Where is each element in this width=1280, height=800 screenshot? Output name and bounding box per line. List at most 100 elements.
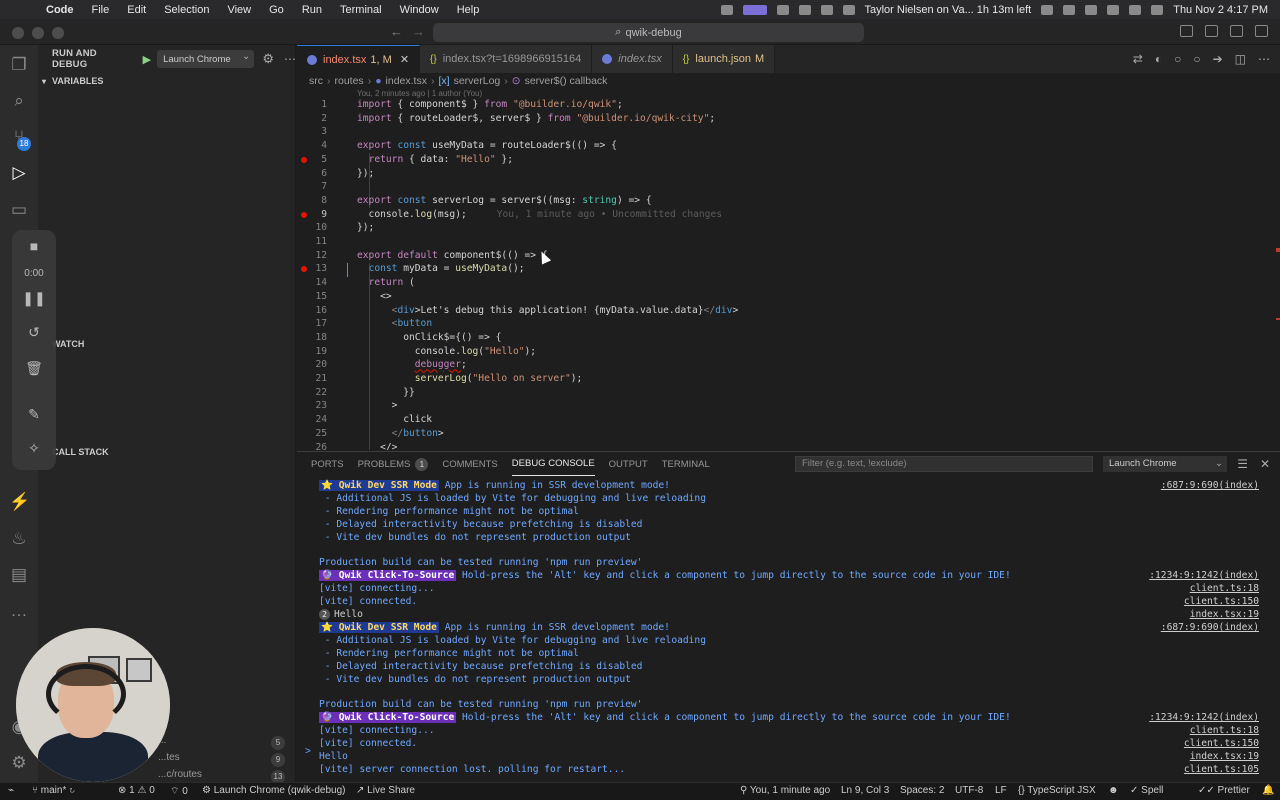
compare-icon[interactable]: ⇄ — [1133, 52, 1143, 66]
close-icon[interactable]: ✕ — [400, 53, 409, 66]
breadcrumb-item[interactable]: serverLog — [454, 75, 501, 87]
code-line[interactable]: 11 — [297, 235, 1280, 249]
code-line[interactable]: 17 <button — [297, 317, 1280, 331]
code-line[interactable]: 5 return { data: "Hello" }; — [297, 153, 1280, 167]
zoom-window-button[interactable] — [52, 27, 64, 39]
tray-icon[interactable] — [820, 4, 833, 15]
menu-file[interactable]: File — [92, 4, 110, 16]
menu-terminal[interactable]: Terminal — [340, 4, 382, 16]
branch-indicator[interactable]: ⑂ main* ↻ — [32, 785, 75, 796]
flame-icon[interactable]: ♨ — [9, 529, 29, 549]
toggle-secondary-sidebar-icon[interactable] — [1230, 25, 1243, 37]
section-call-stack[interactable]: CALL STACK — [52, 442, 310, 462]
circle-icon[interactable]: ○ — [1174, 52, 1181, 66]
breadcrumb-item[interactable]: routes — [335, 75, 364, 87]
remote-explorer-icon[interactable]: ▭ — [9, 200, 29, 220]
section-variables[interactable]: ▾ VARIABLES — [38, 71, 296, 91]
console-source-link[interactable]: :1234:9:1242(index) — [1149, 712, 1259, 725]
code-line[interactable]: 13 const myData = useMyData(); — [297, 262, 1280, 276]
code-line[interactable]: 22 }} — [297, 386, 1280, 400]
docker-icon[interactable]: ▤ — [9, 565, 29, 585]
console-source-link[interactable]: index.tsx:19 — [1190, 609, 1259, 622]
stop-icon[interactable]: ■ — [12, 238, 56, 254]
clear-console-icon[interactable]: ☰ — [1237, 457, 1248, 471]
files-icon[interactable]: ❐ — [9, 55, 29, 75]
menu-go[interactable]: Go — [269, 4, 284, 16]
code-line[interactable]: 23 > — [297, 399, 1280, 413]
trash-icon[interactable]: 🗑 — [12, 360, 56, 377]
debug-config-indicator[interactable]: ⚙ Launch Chrome (qwik-debug) — [202, 785, 345, 796]
console-source-link[interactable]: :687:9:690(index) — [1161, 480, 1259, 493]
tab-launch-json[interactable]: {} launch.json M — [672, 45, 776, 73]
toggle-sidebar-icon[interactable] — [1180, 25, 1193, 37]
console-source-link[interactable]: :687:9:690(index) — [1161, 622, 1259, 635]
wifi-icon[interactable] — [1107, 4, 1120, 15]
close-panel-icon[interactable]: ✕ — [1260, 457, 1270, 471]
live-share-button[interactable]: ↗ Live Share — [356, 785, 415, 796]
search-icon[interactable] — [1129, 4, 1142, 15]
start-debugging-icon[interactable]: ▶ — [143, 53, 151, 66]
code-line[interactable]: 7 — [297, 180, 1280, 194]
extension-icon[interactable]: ⚡ — [9, 492, 30, 512]
tab-debug-console[interactable]: DEBUG CONSOLE — [511, 452, 595, 476]
circle-icon[interactable]: ○ — [1193, 52, 1200, 66]
code-line[interactable]: 8 export const serverLog = server$((msg: … — [297, 194, 1280, 208]
breadcrumb-item[interactable]: index.tsx — [386, 75, 427, 87]
console-source-link[interactable]: index.tsx:19 — [1190, 751, 1259, 764]
console-prompt-icon[interactable]: > — [305, 746, 311, 757]
more-actions-icon[interactable]: ⋯ — [1258, 52, 1270, 66]
code-line[interactable]: 20 debugger; — [297, 358, 1280, 372]
debug-console-output[interactable]: ⭐️ Qwik Dev SSR Mode App is running in S… — [297, 476, 1280, 783]
code-line[interactable]: 9 console.log(msg); You, 1 minute ago • U… — [297, 208, 1280, 222]
menu-run[interactable]: Run — [302, 4, 322, 16]
code-line[interactable]: 26 </> — [297, 441, 1280, 451]
pause-icon[interactable]: ❚❚ — [12, 290, 56, 307]
console-source-link[interactable]: client.ts:105 — [1184, 764, 1259, 777]
tab-problems[interactable]: PROBLEMS 1 — [358, 452, 429, 476]
menu-window[interactable]: Window — [400, 4, 439, 16]
code-line[interactable]: 25 </button> — [297, 427, 1280, 441]
copilot-icon[interactable]: ☻ — [1108, 785, 1119, 796]
code-line[interactable]: 2 import { routeLoader$, server$ } from "… — [297, 112, 1280, 126]
code-line[interactable]: 6}); — [297, 167, 1280, 181]
code-line[interactable]: 15 <> — [297, 290, 1280, 304]
settings-icon[interactable] — [1041, 4, 1054, 15]
gear-icon[interactable]: ⚙ — [262, 51, 274, 67]
console-source-link[interactable]: client.ts:150 — [1184, 596, 1259, 609]
breadcrumb-item[interactable]: server$() callback — [525, 75, 608, 87]
encoding[interactable]: UTF-8 — [955, 785, 983, 796]
split-editor-icon[interactable]: ◫ — [1235, 52, 1246, 66]
menu-edit[interactable]: Edit — [127, 4, 146, 16]
ports-indicator[interactable]: ⌔ 0 — [170, 785, 188, 798]
codelens-blame[interactable]: You, 2 minutes ago | 1 author (You) — [357, 89, 482, 98]
menu-code[interactable]: Code — [46, 4, 74, 16]
line-ending[interactable]: LF — [995, 785, 1007, 796]
spell-indicator[interactable]: ✓ Spell — [1130, 785, 1163, 796]
close-window-button[interactable] — [12, 27, 24, 39]
restart-icon[interactable]: ↺ — [12, 324, 56, 341]
tray-icon[interactable] — [720, 4, 733, 15]
screen-record-icon[interactable] — [742, 4, 767, 15]
magic-wand-icon[interactable]: ✧ — [12, 440, 56, 457]
tray-icon[interactable] — [798, 4, 811, 15]
code-line[interactable]: 18 onClick$={() => { — [297, 331, 1280, 345]
launch-config-select[interactable]: Launch Chrome ⌄ — [157, 50, 255, 68]
code-line[interactable]: 24 click — [297, 413, 1280, 427]
run-debug-icon[interactable]: ▷ — [9, 163, 29, 183]
cursor-position[interactable]: Ln 9, Col 3 — [841, 785, 889, 796]
tray-icon[interactable] — [1063, 4, 1076, 15]
toggle-panel-icon[interactable] — [1205, 25, 1218, 37]
menu-view[interactable]: View — [227, 4, 251, 16]
blame-indicator[interactable]: ⚲ You, 1 minute ago — [740, 785, 830, 796]
tab-index-tsx-query[interactable]: {} index.tsx?t=1698966915164 — [420, 45, 593, 73]
more-actions-icon[interactable]: ⋯ — [284, 52, 296, 66]
code-line[interactable]: 1 import { component$ } from "@builder.io… — [297, 98, 1280, 112]
forward-arrow-icon[interactable]: → — [412, 24, 425, 39]
notifications-icon[interactable]: 🔔 — [1262, 785, 1274, 796]
menubar-clock[interactable]: Thu Nov 2 4:17 PM — [1173, 4, 1268, 16]
console-source-link[interactable]: client.ts:18 — [1190, 725, 1259, 738]
panel-config-select[interactable]: Launch Chrome ⌄ — [1103, 456, 1227, 472]
code-line[interactable]: 16 <div>Let's debug this application! {m… — [297, 304, 1280, 318]
section-watch[interactable]: WATCH — [52, 334, 310, 354]
pencil-icon[interactable]: ✎ — [12, 406, 56, 423]
